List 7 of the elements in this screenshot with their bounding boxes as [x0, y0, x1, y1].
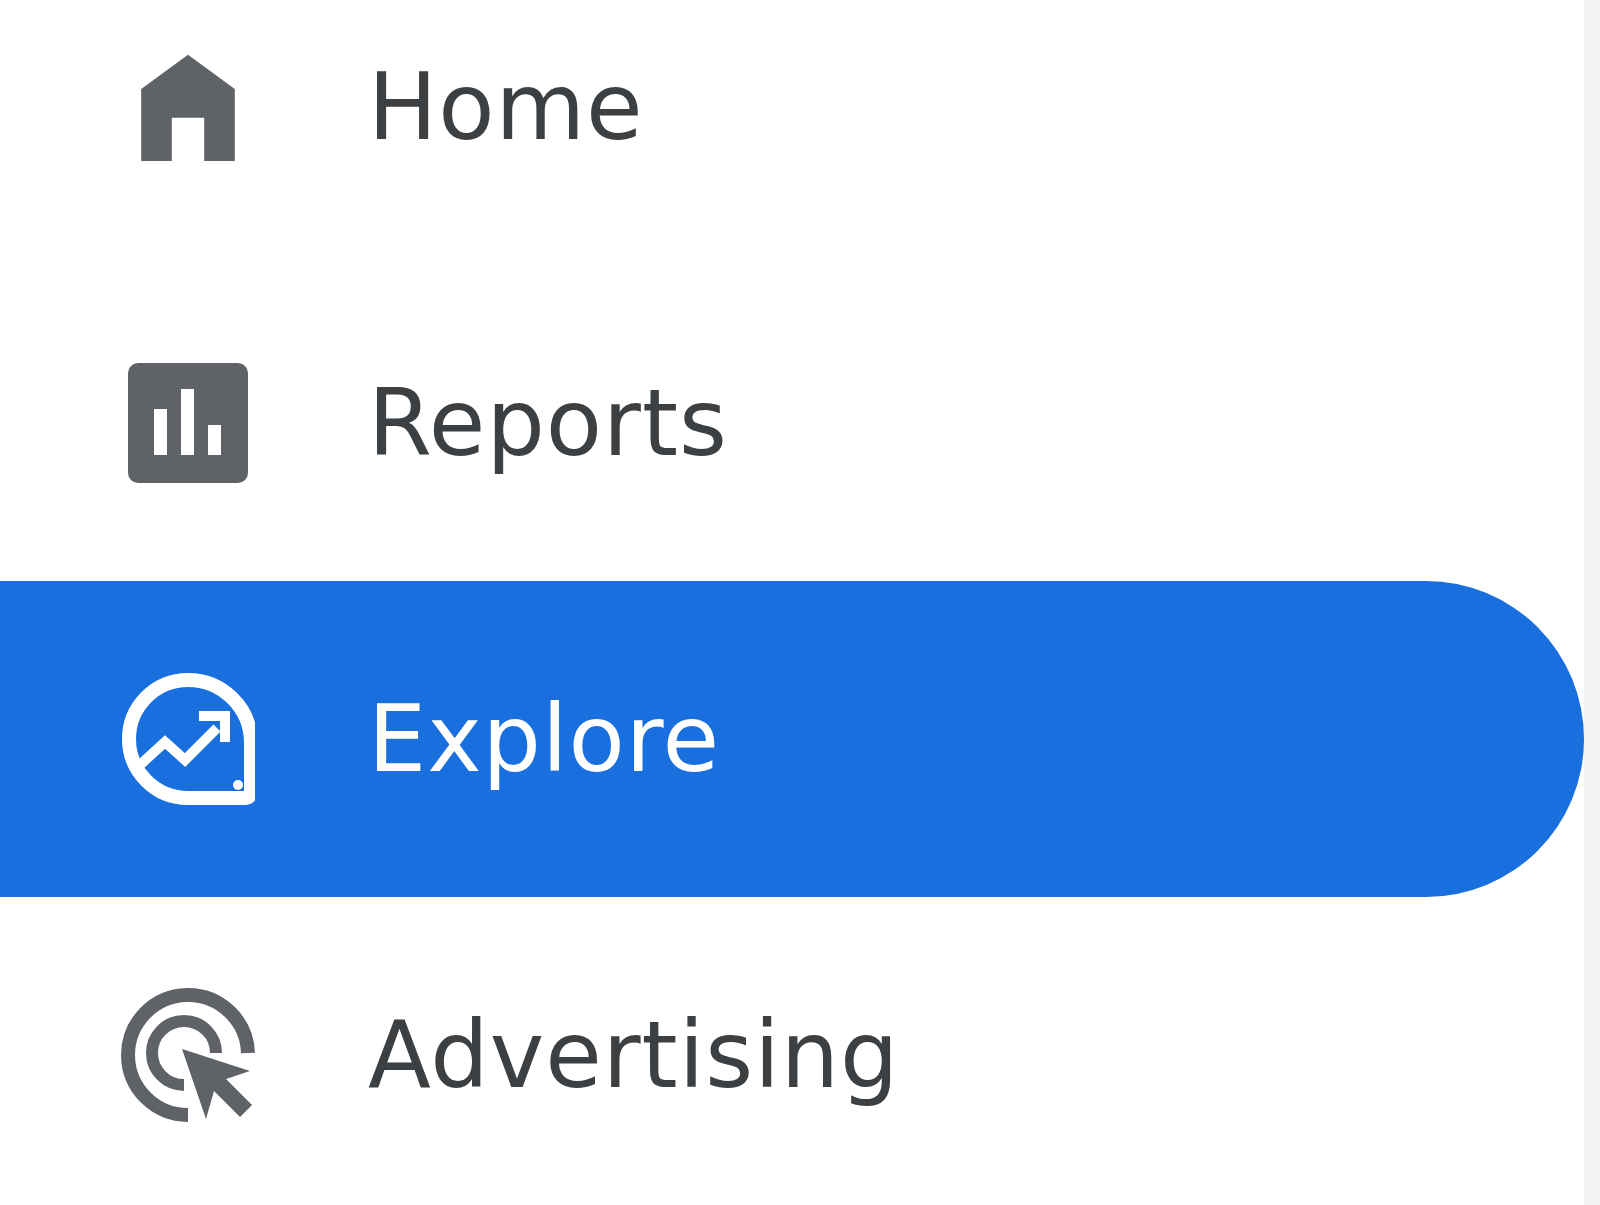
- sidebar-item[interactable]: Home: [0, 0, 1584, 265]
- cursor-target-icon: [120, 987, 256, 1123]
- sidebar-item[interactable]: Reports: [0, 265, 1584, 581]
- trend-chart-icon: [121, 672, 255, 806]
- sidebar-item[interactable]: Explore: [0, 581, 1584, 897]
- bar-chart-icon: [128, 363, 248, 483]
- sidebar-item[interactable]: Advertising: [0, 897, 1584, 1205]
